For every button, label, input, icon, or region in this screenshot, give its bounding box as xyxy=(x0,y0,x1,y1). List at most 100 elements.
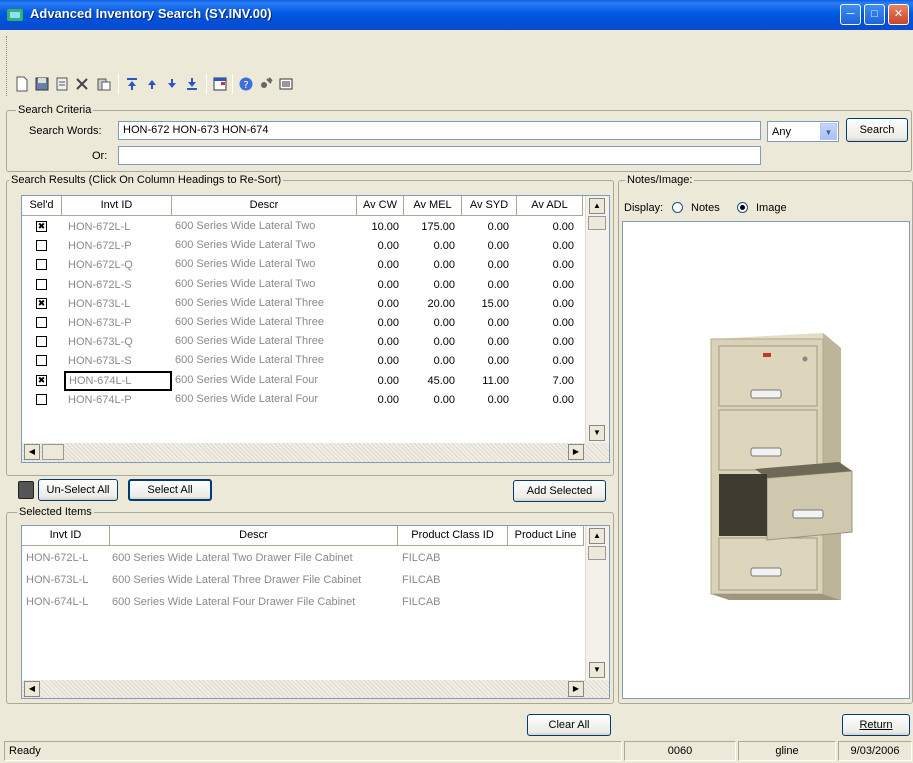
invt-id-cell[interactable]: HON-672L-L xyxy=(68,217,172,237)
table-row[interactable]: HON-673L-L600 Series Wide Lateral Three 0… xyxy=(22,294,583,314)
new-icon[interactable] xyxy=(14,76,30,92)
first-icon[interactable] xyxy=(124,76,140,92)
help-icon[interactable]: ? xyxy=(238,76,254,92)
results-horizontal-scrollbar[interactable]: ◀ ▶ xyxy=(22,443,609,462)
invt-id-cell[interactable]: HON-673L-L xyxy=(26,570,110,590)
av-syd-cell[interactable]: 0.00 xyxy=(462,255,509,275)
av-adl-cell[interactable]: 0.00 xyxy=(517,332,574,352)
invt-id-cell[interactable]: HON-673L-P xyxy=(68,313,172,333)
col-header-seld[interactable]: Sel'd xyxy=(22,196,62,216)
av-cw-cell[interactable]: 0.00 xyxy=(357,255,399,275)
av-mel-cell[interactable]: 0.00 xyxy=(404,275,455,295)
invt-id-cell[interactable]: HON-674L-P xyxy=(68,390,172,410)
descr-cell[interactable]: 600 Series Wide Lateral Three xyxy=(175,351,355,371)
table-row[interactable]: HON-674L-L600 Series Wide Lateral Four 0.… xyxy=(22,370,583,391)
search-results-grid[interactable]: Sel'd Invt ID Descr Av CW Av MEL Av SYD … xyxy=(21,195,610,463)
invt-id-cell[interactable]: HON-673L-L xyxy=(68,294,172,314)
match-mode-select[interactable]: Any ▼ xyxy=(767,121,839,142)
scroll-left-icon[interactable]: ◀ xyxy=(24,681,40,697)
av-syd-cell[interactable]: 0.00 xyxy=(462,313,509,333)
scroll-right-icon[interactable]: ▶ xyxy=(568,444,584,460)
maximize-button[interactable]: □ xyxy=(864,4,885,25)
row-checkbox[interactable] xyxy=(36,278,47,290)
av-adl-cell[interactable]: 0.00 xyxy=(517,236,574,256)
invt-id-cell[interactable]: HON-672L-Q xyxy=(68,255,172,275)
scroll-down-icon[interactable]: ▼ xyxy=(589,425,605,441)
descr-cell[interactable]: 600 Series Wide Lateral Four Drawer File… xyxy=(112,592,396,612)
delete-icon[interactable] xyxy=(74,76,90,92)
selected-items-grid[interactable]: Invt ID Descr Product Class ID Product L… xyxy=(21,525,610,699)
table-row[interactable]: HON-673L-P 600 Series Wide Lateral Three 0… xyxy=(22,313,583,333)
copy-icon[interactable] xyxy=(54,76,70,92)
search-button[interactable]: Search xyxy=(846,118,908,142)
av-cw-cell[interactable]: 0.00 xyxy=(357,294,399,314)
table-row[interactable]: HON-674L-P 600 Series Wide Lateral Four 0.… xyxy=(22,390,583,410)
table-row[interactable]: HON-673L-Q 600 Series Wide Lateral Three 0… xyxy=(22,332,583,352)
list-item[interactable]: HON-672L-L 600 Series Wide Lateral Two Dr… xyxy=(22,548,583,568)
row-checkbox[interactable] xyxy=(36,336,47,348)
selected-horizontal-scrollbar[interactable]: ◀ ▶ xyxy=(22,680,609,698)
last-icon[interactable] xyxy=(184,76,200,92)
product-class-cell[interactable]: FILCAB xyxy=(402,570,506,590)
close-button[interactable]: ✕ xyxy=(888,4,909,25)
av-mel-cell[interactable]: 0.00 xyxy=(404,236,455,256)
col-header-descr[interactable]: Descr xyxy=(172,196,357,216)
add-selected-button[interactable]: Add Selected xyxy=(513,480,606,502)
col-header-invt-id[interactable]: Invt ID xyxy=(22,526,110,546)
av-cw-cell[interactable]: 0.00 xyxy=(357,351,399,371)
av-cw-cell[interactable]: 0.00 xyxy=(357,332,399,352)
descr-cell[interactable]: 600 Series Wide Lateral Four xyxy=(175,390,355,410)
scroll-left-icon[interactable]: ◀ xyxy=(24,444,40,460)
av-mel-cell[interactable]: 0.00 xyxy=(404,351,455,371)
av-cw-cell[interactable]: 0.00 xyxy=(357,275,399,295)
toolbar-grip[interactable] xyxy=(6,36,9,96)
av-syd-cell[interactable]: 11.00 xyxy=(462,371,509,391)
table-row[interactable]: HON-672L-S 600 Series Wide Lateral Two 0.0… xyxy=(22,275,583,295)
image-radio[interactable] xyxy=(737,202,748,213)
row-checkbox[interactable] xyxy=(36,297,47,309)
paste-icon[interactable] xyxy=(96,76,112,92)
av-syd-cell[interactable]: 0.00 xyxy=(462,351,509,371)
av-adl-cell[interactable]: 0.00 xyxy=(517,255,574,275)
av-cw-cell[interactable]: 0.00 xyxy=(357,236,399,256)
av-syd-cell[interactable]: 15.00 xyxy=(462,294,509,314)
av-cw-cell[interactable]: 0.00 xyxy=(357,313,399,333)
notes-radio[interactable] xyxy=(672,202,683,213)
save-icon[interactable] xyxy=(34,76,50,92)
av-mel-cell[interactable]: 175.00 xyxy=(404,217,455,237)
clear-all-button[interactable]: Clear All xyxy=(527,714,611,736)
select-all-button[interactable]: Select All xyxy=(128,479,212,501)
scroll-up-icon[interactable]: ▲ xyxy=(589,528,605,544)
scroll-thumb[interactable] xyxy=(588,216,606,230)
scroll-down-icon[interactable]: ▼ xyxy=(589,662,605,678)
row-checkbox[interactable] xyxy=(36,355,47,367)
av-cw-cell[interactable]: 0.00 xyxy=(357,371,399,391)
av-cw-cell[interactable]: 0.00 xyxy=(357,390,399,410)
av-mel-cell[interactable]: 20.00 xyxy=(404,294,455,314)
tools-icon[interactable] xyxy=(258,76,274,92)
search-words-input[interactable]: HON-672 HON-673 HON-674 xyxy=(118,121,761,140)
av-cw-cell[interactable]: 10.00 xyxy=(357,217,399,237)
descr-cell[interactable]: 600 Series Wide Lateral Three Drawer Fil… xyxy=(112,570,396,590)
av-mel-cell[interactable]: 0.00 xyxy=(404,313,455,333)
av-adl-cell[interactable]: 0.00 xyxy=(517,217,574,237)
av-syd-cell[interactable]: 0.00 xyxy=(462,332,509,352)
av-adl-cell[interactable]: 0.00 xyxy=(517,390,574,410)
image-radio-label[interactable]: Image xyxy=(756,202,787,214)
descr-cell[interactable]: 600 Series Wide Lateral Three xyxy=(175,313,355,333)
av-mel-cell[interactable]: 0.00 xyxy=(404,255,455,275)
av-adl-cell[interactable]: 0.00 xyxy=(517,351,574,371)
previous-icon[interactable] xyxy=(144,76,160,92)
notes-radio-label[interactable]: Notes xyxy=(691,202,720,214)
table-row[interactable]: HON-672L-P 600 Series Wide Lateral Two 0.0… xyxy=(22,236,583,256)
row-checkbox[interactable] xyxy=(36,317,47,328)
descr-cell[interactable]: 600 Series Wide Lateral Two xyxy=(175,236,355,256)
row-checkbox[interactable] xyxy=(36,259,47,271)
av-mel-cell[interactable]: 0.00 xyxy=(404,332,455,352)
invt-id-cell[interactable]: HON-672L-P xyxy=(68,236,172,256)
minimize-button[interactable]: ─ xyxy=(840,4,861,25)
product-class-cell[interactable]: FILCAB xyxy=(402,592,506,612)
invt-id-cell[interactable]: HON-672L-S xyxy=(68,275,172,295)
unselect-all-button[interactable]: Un-Select All xyxy=(38,479,118,501)
descr-cell[interactable]: 600 Series Wide Lateral Four xyxy=(175,371,355,391)
